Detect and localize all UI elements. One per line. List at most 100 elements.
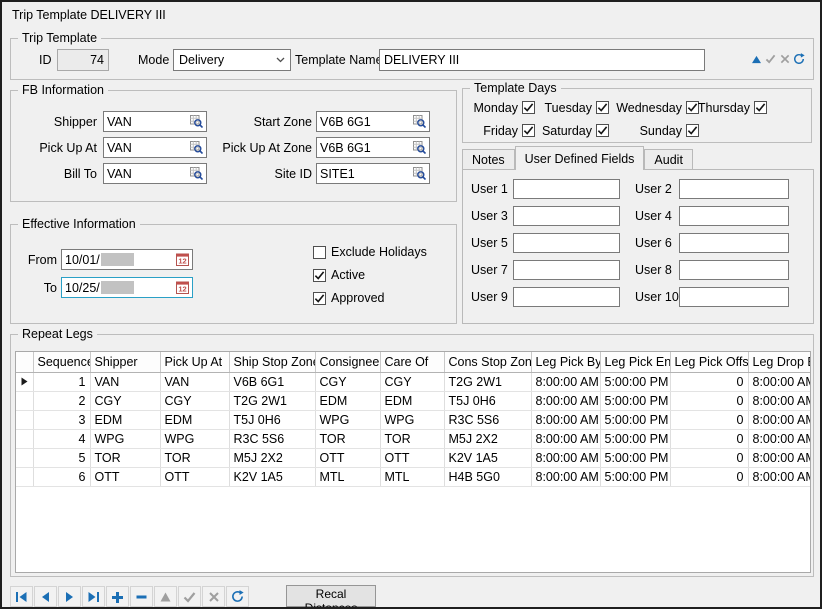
cell[interactable]: V6B 6G1 (229, 372, 315, 391)
cell[interactable]: 5:00:00 PM (600, 391, 670, 410)
udf-input-user-7[interactable] (513, 260, 620, 280)
nav-prior-button[interactable] (34, 586, 57, 607)
cell[interactable]: H4B 5G0 (444, 467, 531, 486)
cell[interactable]: 2 (33, 391, 90, 410)
column-header-care-of[interactable]: Care Of (380, 352, 444, 372)
column-header-shipper[interactable]: Shipper (90, 352, 160, 372)
cell[interactable]: R3C 5S6 (229, 429, 315, 448)
cell[interactable]: EDM (90, 410, 160, 429)
column-header-leg-pick-by[interactable]: Leg Pick By (531, 352, 600, 372)
cell[interactable]: OTT (160, 467, 229, 486)
cell[interactable]: 8:00:00 AM (748, 410, 811, 429)
udf-input-user-9[interactable] (513, 287, 620, 307)
bill-to-lookup-button[interactable] (186, 164, 206, 183)
cell[interactable]: 0 (670, 467, 748, 486)
cell[interactable]: R3C 5S6 (444, 410, 531, 429)
site-id-field[interactable]: SITE1 (316, 163, 430, 184)
checkbox-saturday[interactable] (596, 124, 609, 137)
udf-input-user-10[interactable] (679, 287, 789, 307)
from-date-field[interactable]: 10/01/ 12 (61, 249, 193, 270)
cell[interactable]: 0 (670, 391, 748, 410)
row-selector[interactable] (16, 429, 33, 448)
to-date-field[interactable]: 10/25/ 12 (61, 277, 193, 298)
cell[interactable]: OTT (380, 448, 444, 467)
start-zone-lookup-button[interactable] (409, 112, 429, 131)
cell[interactable]: 4 (33, 429, 90, 448)
cell[interactable]: T2G 2W1 (229, 391, 315, 410)
cell[interactable]: K2V 1A5 (444, 448, 531, 467)
nav-delete-button[interactable] (130, 586, 153, 607)
udf-input-user-1[interactable] (513, 179, 620, 199)
pick-up-at-zone-field[interactable]: V6B 6G1 (316, 137, 430, 158)
cell[interactable]: 3 (33, 410, 90, 429)
cell[interactable]: 8:00:00 AM (531, 391, 600, 410)
cell[interactable]: 5:00:00 PM (600, 467, 670, 486)
column-header-leg-drop-by[interactable]: Leg Drop By (748, 352, 811, 372)
cell[interactable]: CGY (315, 372, 380, 391)
checkbox-monday[interactable] (522, 101, 535, 114)
checkbox-sunday[interactable] (686, 124, 699, 137)
cell[interactable]: T5J 0H6 (444, 391, 531, 410)
repeat-legs-grid[interactable]: SequenceShipperPick Up AtShip Stop ZoneC… (15, 351, 811, 573)
from-calendar-button[interactable]: 12 (172, 250, 192, 269)
shipper-lookup-button[interactable] (186, 112, 206, 131)
checkbox-exclude-holidays[interactable] (313, 246, 326, 259)
column-header-consignee[interactable]: Consignee (315, 352, 380, 372)
cell[interactable]: TOR (90, 448, 160, 467)
udf-input-user-6[interactable] (679, 233, 789, 253)
site-id-lookup-button[interactable] (409, 164, 429, 183)
table-row[interactable]: 3EDMEDMT5J 0H6WPGWPGR3C 5S68:00:00 AM5:0… (16, 410, 811, 429)
shipper-field[interactable]: VAN (103, 111, 207, 132)
cell[interactable]: EDM (160, 410, 229, 429)
cell[interactable]: 8:00:00 AM (748, 429, 811, 448)
column-header-sequence[interactable]: Sequence (33, 352, 90, 372)
column-header-ship-stop-zone[interactable]: Ship Stop Zone (229, 352, 315, 372)
bill-to-field[interactable]: VAN (103, 163, 207, 184)
table-row[interactable]: 6OTTOTTK2V 1A5MTLMTLH4B 5G08:00:00 AM5:0… (16, 467, 811, 486)
mode-dropdown[interactable]: Delivery (173, 49, 291, 71)
nav-post-button[interactable] (178, 586, 201, 607)
nav-insert-button[interactable] (106, 586, 129, 607)
cell[interactable]: 6 (33, 467, 90, 486)
cell[interactable]: TOR (380, 429, 444, 448)
pick-up-at-field[interactable]: VAN (103, 137, 207, 158)
cell[interactable]: 8:00:00 AM (748, 467, 811, 486)
cell[interactable]: 8:00:00 AM (748, 372, 811, 391)
cell[interactable]: 1 (33, 372, 90, 391)
cell[interactable]: WPG (160, 429, 229, 448)
template-name-input[interactable] (379, 49, 705, 71)
recal-distances-button[interactable]: Recal Distances (286, 585, 376, 607)
table-row[interactable]: 2CGYCGYT2G 2W1EDMEDMT5J 0H68:00:00 AM5:0… (16, 391, 811, 410)
udf-input-user-5[interactable] (513, 233, 620, 253)
udf-input-user-3[interactable] (513, 206, 620, 226)
cell[interactable]: 5 (33, 448, 90, 467)
cell[interactable]: EDM (315, 391, 380, 410)
udf-input-user-8[interactable] (679, 260, 789, 280)
row-selector[interactable] (16, 391, 33, 410)
cell[interactable]: T2G 2W1 (444, 372, 531, 391)
cell[interactable]: 0 (670, 448, 748, 467)
cell[interactable]: 8:00:00 AM (748, 391, 811, 410)
cell[interactable]: 8:00:00 AM (531, 410, 600, 429)
table-row[interactable]: 1VANVANV6B 6G1CGYCGYT2G 2W18:00:00 AM5:0… (16, 372, 811, 391)
cell[interactable]: 0 (670, 429, 748, 448)
row-selector[interactable] (16, 410, 33, 429)
nav-last-button[interactable] (82, 586, 105, 607)
cell[interactable]: WPG (380, 410, 444, 429)
cell[interactable]: MTL (380, 467, 444, 486)
row-selector[interactable] (16, 372, 33, 391)
table-row[interactable]: 5TORTORM5J 2X2OTTOTTK2V 1A58:00:00 AM5:0… (16, 448, 811, 467)
pick-up-at-lookup-button[interactable] (186, 138, 206, 157)
udf-input-user-4[interactable] (679, 206, 789, 226)
row-selector[interactable] (16, 467, 33, 486)
post-button[interactable] (764, 51, 777, 67)
cell[interactable]: 0 (670, 372, 748, 391)
cell[interactable]: M5J 2X2 (444, 429, 531, 448)
cell[interactable]: M5J 2X2 (229, 448, 315, 467)
column-header-leg-pick-offset[interactable]: Leg Pick Offset (670, 352, 748, 372)
cell[interactable]: CGY (380, 372, 444, 391)
checkbox-approved[interactable] (313, 292, 326, 305)
nav-edit-button[interactable] (154, 586, 177, 607)
cell[interactable]: VAN (160, 372, 229, 391)
refresh-button[interactable] (792, 51, 805, 67)
